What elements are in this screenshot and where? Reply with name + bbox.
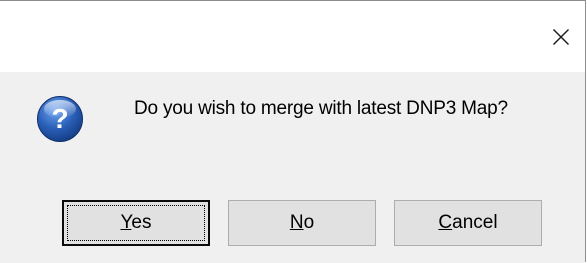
no-button[interactable]: No <box>228 200 376 246</box>
yes-button[interactable]: Yes <box>62 200 210 246</box>
dialog-message: Do you wish to merge with latest DNP3 Ma… <box>134 98 508 119</box>
message-dialog: ? Do you wish to merge with latest DNP3 … <box>0 0 586 263</box>
no-button-label: No <box>290 212 314 234</box>
close-button[interactable] <box>537 1 585 72</box>
question-icon: ? <box>37 96 83 142</box>
yes-button-label: Yes <box>120 212 151 234</box>
button-bar: Yes No Cancel <box>0 188 585 263</box>
yes-label-rest: es <box>131 212 152 233</box>
cancel-mnemonic: C <box>438 212 453 233</box>
question-glyph: ? <box>51 103 68 134</box>
dialog-content: ? Do you wish to merge with latest DNP3 … <box>0 72 585 188</box>
cancel-button-label: Cancel <box>438 212 497 234</box>
close-icon <box>553 28 569 45</box>
title-bar <box>0 1 585 72</box>
cancel-button[interactable]: Cancel <box>394 200 542 246</box>
no-label-rest: o <box>303 212 315 233</box>
yes-mnemonic: Y <box>120 212 132 233</box>
no-mnemonic: N <box>289 212 304 233</box>
cancel-label-rest: ancel <box>452 212 498 233</box>
